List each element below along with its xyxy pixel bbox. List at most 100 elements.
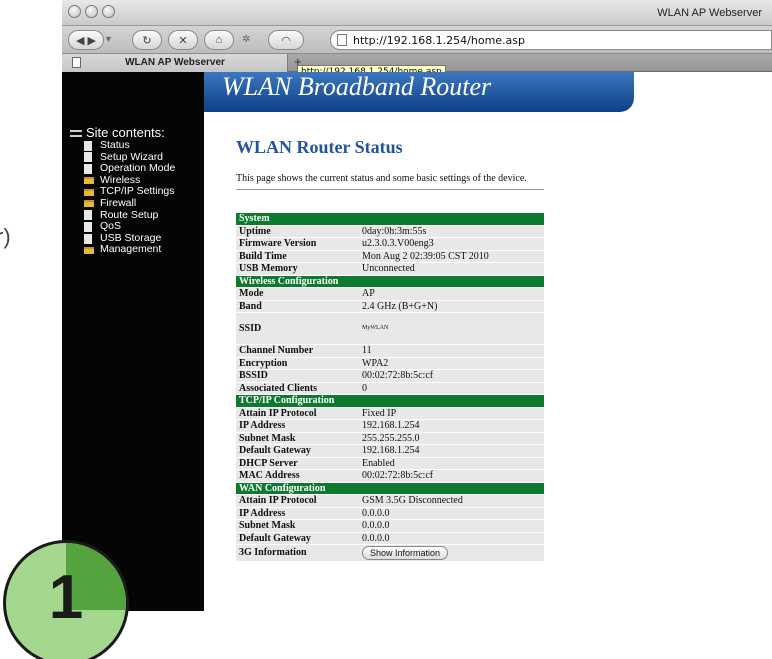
section-heading: Wireless Configuration [236,275,544,288]
row-value: 11 [359,344,544,358]
table-row: Attain IP Protocol GSM 3.5G Disconnected [236,494,544,508]
history-menu-icon[interactable]: ▾ [106,34,111,45]
row-value: 0.0.0.0 [359,507,544,520]
zoom-window-button[interactable] [102,5,115,18]
row-value: 0.0.0.0 [359,519,544,533]
table-row: Band 2.4 GHz (B+G+N) [236,300,544,313]
site-contents-nav: Status Setup Wizard Operation Mode Wirel… [84,139,175,256]
row-label: Attain IP Protocol [236,407,359,420]
tab-label: WLAN AP Webserver [125,57,225,68]
forward-arrow-icon[interactable]: ▶ [88,34,96,47]
table-row: Firmware Version u2.3.0.3.V00eng3 [236,237,544,251]
table-row: Mode AP [236,287,544,301]
window-title: WLAN AP Webserver [657,7,762,19]
row-value: Unconnected [359,262,544,276]
table-row: IP Address 192.168.1.254 [236,419,544,433]
table-row: Default Gateway 192.168.1.254 [236,444,544,458]
section-heading: System [236,213,544,226]
row-value: GSM 3.5G Disconnected [359,494,544,508]
row-label: SSID [236,312,359,345]
table-row: 3G Information Show Information [236,544,544,562]
site-contents-icon [70,130,82,138]
sidebar-item-label[interactable]: Management [100,244,161,256]
close-window-button[interactable] [68,5,81,18]
tab-wlan-ap-webserver[interactable]: WLAN AP Webserver [62,54,288,72]
minimize-window-button[interactable] [85,5,98,18]
table-row: Subnet Mask 255.255.255.0 [236,432,544,445]
sidebar-item-status[interactable]: Status [84,139,175,152]
row-label: BSSID [236,369,359,383]
sidebar-item-qos[interactable]: QoS [84,221,175,233]
row-label: Default Gateway [236,532,359,545]
row-label: USB Memory [236,262,359,276]
section-header-system: System [236,213,544,226]
row-value: AP [359,287,544,301]
document-icon [84,140,92,151]
stop-button[interactable]: ✕ [168,30,198,50]
router-name: WLAN Broadband Router [222,72,492,101]
row-value: WPA2 [359,357,544,370]
document-icon [84,221,92,232]
sidebar-item-management[interactable]: Management [84,244,175,256]
row-value: Show Information [359,544,544,562]
row-value: 2.4 GHz (B+G+N) [359,300,544,313]
sidebar-item-label[interactable]: Status [100,139,130,152]
table-row: Build Time Mon Aug 2 02:39:05 CST 2010 [236,250,544,263]
back-forward-buttons[interactable]: ◀ ▶ [68,30,104,50]
window-titlebar: WLAN AP Webserver [62,0,772,26]
sidebar-item-label[interactable]: Firewall [100,197,136,210]
step-number-badge: 1 [3,540,129,659]
row-value: Enabled [359,457,544,470]
row-value: 0 [359,382,544,395]
status-table: System Uptime 0day:0h:3m:55s Firmware Ver… [236,213,544,562]
table-row: DHCP Server Enabled [236,457,544,470]
row-label: 3G Information [236,544,359,562]
home-button[interactable]: ⌂ [204,30,234,50]
address-bar-url[interactable]: http://192.168.1.254/home.asp [353,34,525,47]
reload-button[interactable]: ↻ [132,30,162,50]
row-label: Mode [236,287,359,301]
settings-gear-icon[interactable]: ✲ [242,34,250,45]
back-arrow-icon[interactable]: ◀ [76,34,84,47]
row-label: Attain IP Protocol [236,494,359,508]
site-contents-label: Site contents: [86,125,165,140]
document-icon [84,210,92,221]
sidebar-item-firewall[interactable]: Firewall [84,197,175,210]
folder-icon [84,177,94,185]
document-icon [84,233,92,244]
bookmark-button[interactable]: ◠ [268,30,304,50]
folder-icon [84,188,94,196]
table-row: MAC Address 00:02:72:8b:5c:cf [236,469,544,483]
row-label: DHCP Server [236,457,359,470]
bookmark-icon: ◠ [281,34,291,47]
address-bar[interactable]: http://192.168.1.254/home.asp [330,30,772,50]
document-icon [84,163,92,174]
row-value: 255.255.255.0 [359,432,544,445]
table-row: Encryption WPA2 [236,357,544,370]
row-value: 192.168.1.254 [359,419,544,433]
row-value: 0.0.0.0 [359,532,544,545]
table-row: SSID MyWLAN [236,312,544,345]
row-label: Build Time [236,250,359,263]
row-label: IP Address [236,507,359,520]
document-icon [84,152,92,163]
divider [236,189,544,190]
step-number: 1 [48,563,84,632]
section-header-tcpip: TCP/IP Configuration [236,394,544,408]
row-value: Mon Aug 2 02:39:05 CST 2010 [359,250,544,263]
row-value: 00:02:72:8b:5c:cf [359,469,544,483]
table-row: Uptime 0day:0h:3m:55s [236,225,544,238]
row-label: Uptime [236,225,359,238]
show-information-button[interactable]: Show Information [362,546,449,560]
sidebar-item-route-setup[interactable]: Route Setup [84,209,175,222]
row-label: Encryption [236,357,359,370]
sidebar-item-label[interactable]: QoS [100,221,121,233]
row-label: MAC Address [236,469,359,483]
section-header-wan: WAN Configuration [236,482,544,495]
reload-icon: ↻ [142,34,152,47]
row-value: 192.168.1.254 [359,444,544,458]
row-label: Channel Number [236,344,359,358]
row-value: 0day:0h:3m:55s [359,225,544,238]
row-label: Default Gateway [236,444,359,458]
row-value: 00:02:72:8b:5c:cf [359,369,544,383]
